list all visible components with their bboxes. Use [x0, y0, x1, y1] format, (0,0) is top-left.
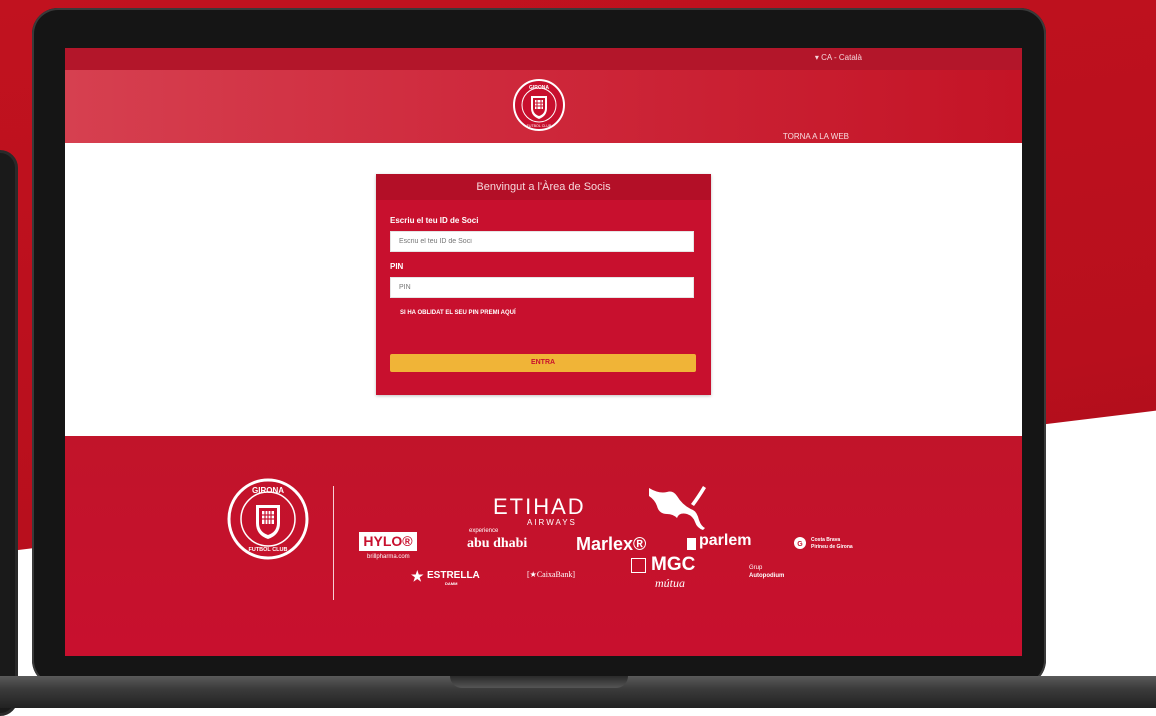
logo-text-bottom: FUTBOL CLUB: [527, 124, 552, 128]
sponsor-mgc-sub: mútua: [655, 576, 685, 590]
girona-crest-icon[interactable]: GIRONA FUTBOL CLUB: [227, 478, 309, 560]
sponsor-mgc[interactable]: MGC: [651, 554, 695, 576]
site-footer: GIRONA FUTBOL CLUB ETIHAD AIRWAYS HYLO® …: [65, 436, 1022, 656]
parlem-icon: [687, 538, 696, 550]
pin-input[interactable]: [390, 277, 694, 298]
puma-logo-icon[interactable]: [647, 480, 709, 530]
member-id-input[interactable]: [390, 231, 694, 252]
enter-button[interactable]: ENTRA: [390, 354, 696, 372]
sponsor-autopodium[interactable]: Autopodium: [749, 573, 784, 579]
sponsor-abu-dhabi[interactable]: abu dhabi: [467, 536, 527, 552]
girona-logo-icon[interactable]: GIRONA FUTBOL CLUB: [512, 78, 566, 132]
sponsor-grup: Grup: [749, 565, 763, 571]
mgc-icon: [631, 558, 646, 573]
sponsor-estrella[interactable]: ESTRELLA: [427, 570, 480, 581]
top-bar: ▾ CA - Català: [65, 48, 1022, 70]
sponsor-hylo[interactable]: HYLO®: [359, 532, 417, 551]
crest-text-bottom: FUTBOL CLUB: [248, 547, 287, 553]
sponsor-etihad-sub: AIRWAYS: [527, 518, 577, 527]
sponsor-estrella-sub: DAMM: [445, 581, 458, 586]
svg-text:G: G: [797, 541, 803, 548]
star-icon: ★: [411, 568, 424, 584]
forgot-pin-link[interactable]: SI HA OBLIDAT EL SEU PIN PREMI AQUÍ: [400, 310, 516, 316]
costa-brava-icon: G: [794, 537, 806, 549]
pin-label: PIN: [390, 262, 404, 271]
sponsor-abu-dhabi-top: experience: [469, 528, 499, 534]
language-selector[interactable]: ▾ CA - Català: [815, 53, 862, 62]
laptop-notch: [450, 676, 628, 688]
sponsor-costa-brava-sub: Pirineu de Girona: [811, 544, 853, 550]
laptop-screen: ▾ CA - Català GIRONA FUTBOL CLUB TORNA A…: [65, 48, 1022, 656]
footer-divider: [333, 486, 334, 600]
sponsor-etihad[interactable]: ETIHAD: [493, 494, 586, 520]
sponsor-marlex[interactable]: Marlex®: [576, 534, 646, 555]
crest-text-top: GIRONA: [252, 486, 284, 495]
site-header: GIRONA FUTBOL CLUB TORNA A LA WEB: [65, 70, 1022, 143]
sponsor-costa-brava[interactable]: Costa Brava: [811, 537, 840, 543]
logo-text-top: GIRONA: [529, 85, 549, 91]
sponsor-caixabank[interactable]: [★CaixaBank]: [527, 570, 575, 579]
sponsor-hylo-sub: brillpharma.com: [367, 554, 410, 560]
login-card: Benvingut a l'Àrea de Socis Escriu el te…: [376, 174, 711, 395]
caixabank-label: CaixaBank: [536, 570, 573, 579]
back-to-web-link[interactable]: TORNA A LA WEB: [783, 132, 849, 141]
member-id-label: Escriu el teu ID de Soci: [390, 216, 479, 225]
login-title: Benvingut a l'Àrea de Socis: [376, 174, 711, 200]
sponsor-parlem[interactable]: parlem: [699, 532, 751, 550]
phone-device-frame: [0, 150, 18, 716]
